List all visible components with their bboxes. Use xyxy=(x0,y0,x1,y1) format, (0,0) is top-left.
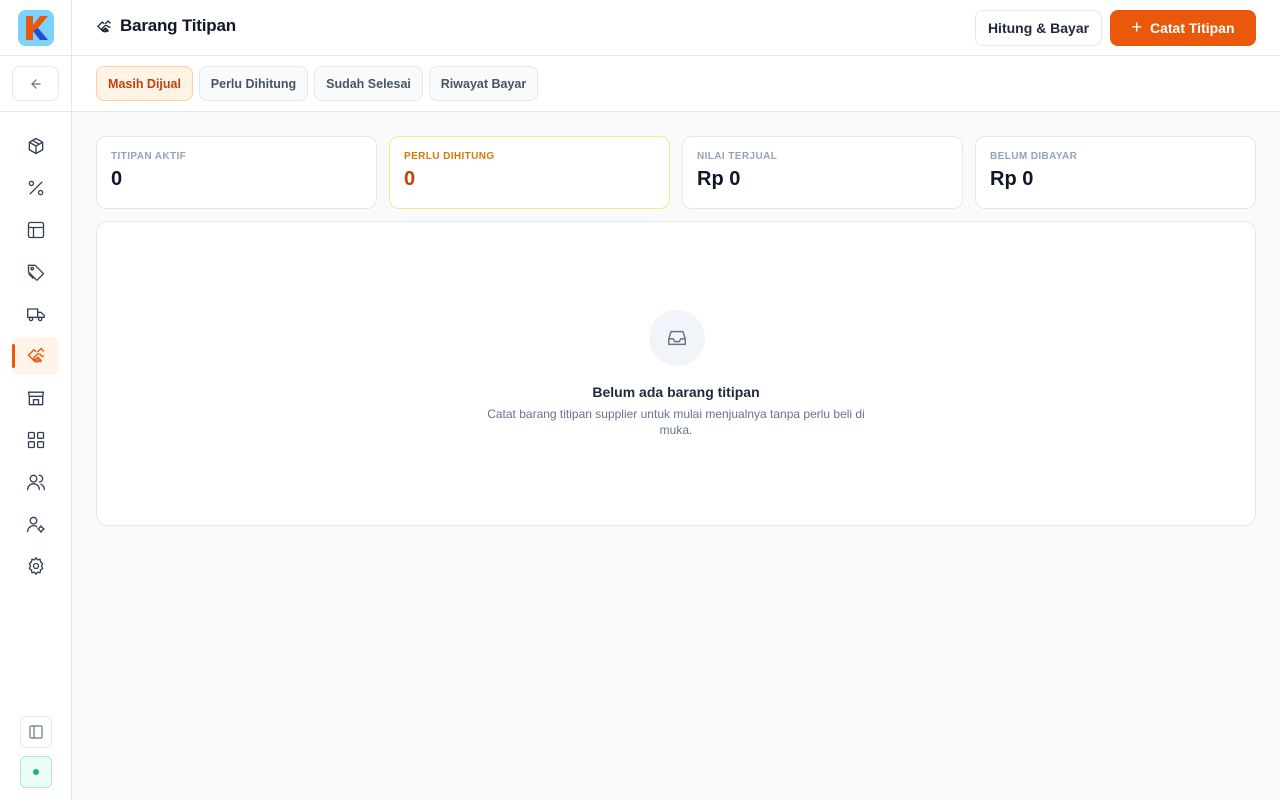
sidebar-item-staff[interactable] xyxy=(12,505,59,543)
empty-state-description: Catat barang titipan supplier untuk mula… xyxy=(487,407,865,437)
sidebar-item-customers[interactable] xyxy=(12,463,59,501)
stat-value: 0 xyxy=(404,168,416,190)
stat-label: TITIPAN AKTIF xyxy=(111,151,187,162)
tab-completed[interactable]: Sudah Selesai xyxy=(314,66,423,101)
stat-card-unpaid: BELUM DIBAYAR Rp 0 xyxy=(975,136,1256,209)
plus-icon: + xyxy=(1131,17,1142,37)
arrow-left-icon xyxy=(30,78,41,89)
back-button[interactable] xyxy=(12,66,59,101)
tab-needs-counting[interactable]: Perlu Dihitung xyxy=(199,66,308,101)
sidebar-item-apps[interactable] xyxy=(12,421,59,459)
user-cog-icon xyxy=(26,516,45,533)
stat-value: Rp 0 xyxy=(990,168,1034,190)
inbox-icon xyxy=(668,330,686,346)
sidebar-item-products[interactable] xyxy=(12,127,59,165)
stat-card-sold-value: NILAI TERJUAL Rp 0 xyxy=(682,136,963,209)
sidebar-item-settings[interactable] xyxy=(12,547,59,585)
sidebar-divider xyxy=(0,111,72,112)
empty-state-panel: Belum ada barang titipan Catat barang ti… xyxy=(96,221,1256,526)
sidebar-item-discounts[interactable] xyxy=(12,169,59,207)
sidebar-divider xyxy=(0,55,72,56)
sidebar-item-stores[interactable] xyxy=(12,379,59,417)
add-consignment-label: Catat Titipan xyxy=(1149,20,1235,36)
stat-label: NILAI TERJUAL xyxy=(697,151,778,162)
sidebar-item-consignment[interactable] xyxy=(12,337,59,375)
store-icon xyxy=(27,391,44,406)
stat-label: PERLU DIHITUNG xyxy=(404,151,495,162)
handshake-icon xyxy=(27,347,44,363)
sidebar-item-layout[interactable] xyxy=(12,211,59,249)
empty-state-icon-circle xyxy=(649,310,705,366)
app-logo[interactable] xyxy=(18,10,54,46)
panel-left-icon xyxy=(29,725,43,739)
layout-icon xyxy=(27,221,44,239)
stat-label: BELUM DIBAYAR xyxy=(990,151,1078,162)
online-status-indicator xyxy=(20,756,52,788)
settings-icon xyxy=(28,557,43,575)
stat-card-active-consignments: TITIPAN AKTIF 0 xyxy=(96,136,377,209)
truck-icon xyxy=(26,308,45,322)
stat-card-needs-counting: PERLU DIHITUNG 0 xyxy=(389,136,670,209)
stat-value: 0 xyxy=(111,168,123,190)
sidebar-item-delivery[interactable] xyxy=(12,295,59,333)
add-consignment-button[interactable]: + Catat Titipan xyxy=(1110,10,1256,46)
empty-state-title: Belum ada barang titipan xyxy=(592,384,760,400)
page-header: Barang Titipan Hitung & Bayar + Catat Ti… xyxy=(72,0,1280,56)
sidebar-item-tags[interactable] xyxy=(12,253,59,291)
page-title: Barang Titipan xyxy=(120,16,236,35)
grid-icon xyxy=(27,431,44,449)
status-dot xyxy=(33,769,39,775)
users-icon xyxy=(26,474,45,491)
percent-icon xyxy=(28,180,43,196)
tab-still-selling[interactable]: Masih Dijual xyxy=(96,66,193,101)
tag-icon xyxy=(27,264,44,281)
sidebar xyxy=(0,0,72,800)
tabs-bar: Masih Dijual Perlu Dihitung Sudah Selesa… xyxy=(72,56,1280,112)
handshake-icon xyxy=(97,20,111,33)
box-icon xyxy=(28,137,43,155)
sidebar-collapse-button[interactable] xyxy=(20,716,52,748)
tab-payment-history[interactable]: Riwayat Bayar xyxy=(429,66,538,101)
stat-value: Rp 0 xyxy=(697,168,741,190)
count-and-pay-button[interactable]: Hitung & Bayar xyxy=(975,10,1102,46)
